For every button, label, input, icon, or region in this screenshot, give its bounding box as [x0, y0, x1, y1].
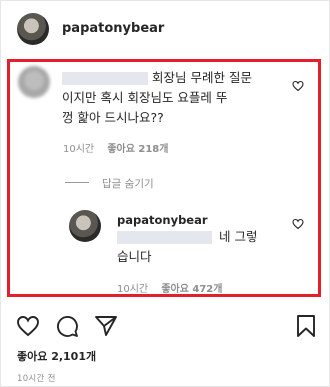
comment-meta: 10시간 좋아요 218개	[63, 140, 178, 155]
commenter-avatar[interactable]	[18, 66, 50, 98]
reply-text-line1: 네 그렇	[219, 229, 258, 244]
comment-text-line3: 껑 핥아 드시나요??	[62, 110, 164, 125]
hide-replies-button[interactable]: 답글 숨기기	[102, 176, 154, 191]
comment-time: 10시간	[63, 144, 95, 155]
reply-time: 10시간	[117, 284, 149, 295]
reply-avatar[interactable]	[69, 210, 101, 242]
comment-heart-icon[interactable]	[292, 80, 304, 92]
comment-text-line2: 이지만 혹시 회장님도 요플레 뚜	[62, 90, 228, 105]
author-username[interactable]: papatonybear	[62, 21, 164, 36]
reply-text-line2: 습니다	[117, 249, 152, 264]
redacted-mention	[117, 231, 212, 244]
like-heart-icon[interactable]	[16, 314, 40, 338]
reply-username[interactable]: papatonybear	[117, 213, 208, 227]
comment-icon[interactable]	[55, 314, 79, 338]
post-header: papatonybear	[0, 0, 330, 60]
hide-replies-line	[65, 182, 89, 183]
redacted-commenter-name	[62, 72, 148, 85]
share-icon[interactable]	[94, 314, 118, 338]
reply-likes[interactable]: 좋아요 472개	[161, 284, 222, 295]
reply-heart-icon[interactable]	[292, 218, 304, 230]
comment-text-line1: 회장님 무례한 질문	[152, 70, 252, 85]
post-time-ago: 10시간 전	[17, 374, 56, 384]
post-likes-count[interactable]: 좋아요 2,101개	[17, 348, 96, 364]
reply-meta: 10시간 좋아요 472개	[117, 280, 232, 295]
comment-likes[interactable]: 좋아요 218개	[107, 144, 168, 155]
bookmark-icon[interactable]	[294, 314, 318, 338]
author-avatar[interactable]	[17, 13, 49, 45]
